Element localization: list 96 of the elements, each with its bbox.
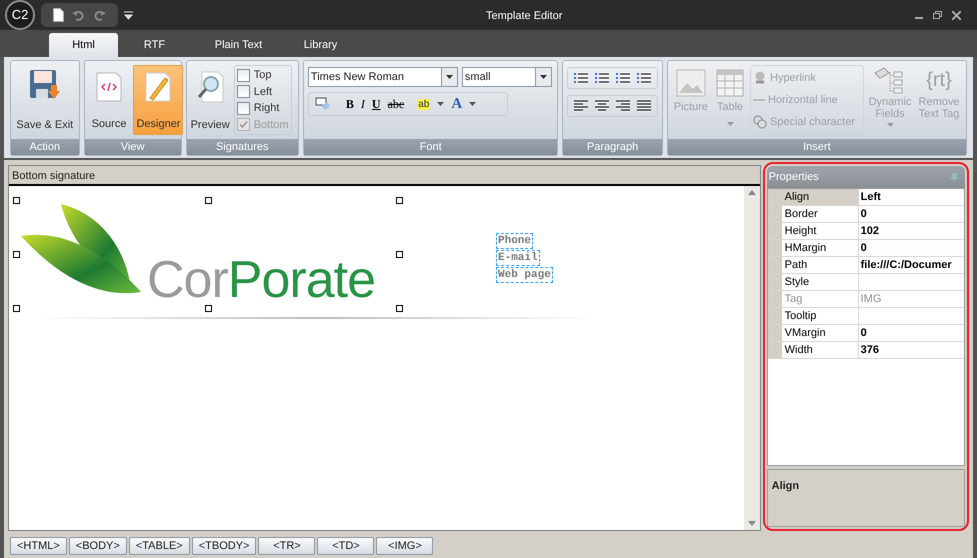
font-size-dropdown[interactable]: small: [462, 67, 552, 87]
picture-icon: [676, 69, 706, 97]
element-tag-button[interactable]: <HTML>: [10, 537, 67, 555]
property-value[interactable]: 0: [858, 240, 964, 256]
customize-icon[interactable]: [124, 10, 133, 20]
property-name[interactable]: HMargin: [782, 240, 859, 256]
underline-button[interactable]: U: [372, 95, 381, 113]
properties-title: Properties: [768, 170, 819, 185]
checkbox[interactable]: [236, 102, 250, 115]
caret-icon[interactable]: [469, 102, 476, 106]
new-document-icon[interactable]: [53, 8, 64, 22]
property-name[interactable]: VMargin: [782, 325, 859, 341]
property-value[interactable]: 102: [858, 223, 964, 239]
property-name[interactable]: Style: [782, 274, 859, 290]
property-name[interactable]: Path: [782, 257, 859, 273]
table-icon: [716, 69, 744, 97]
resize-handle[interactable]: [13, 305, 20, 312]
vertical-scrollbar[interactable]: [744, 186, 760, 530]
ribbon-tab[interactable]: Library: [286, 33, 355, 57]
align-right-icon[interactable]: [616, 100, 630, 112]
property-value[interactable]: 0: [858, 206, 964, 222]
strikethrough-button[interactable]: abc: [388, 95, 404, 113]
align-center-icon[interactable]: [595, 100, 609, 112]
checkbox-label: Right: [254, 101, 280, 116]
restore-icon[interactable]: [933, 11, 942, 19]
logo-text: Cor: [147, 258, 228, 302]
element-tag-button[interactable]: <TABLE>: [128, 537, 190, 555]
app-logo[interactable]: C2: [5, 0, 35, 30]
align-left-icon[interactable]: [574, 100, 588, 112]
property-value[interactable]: 376: [858, 342, 964, 358]
pencil-document-icon: [145, 72, 172, 102]
designer-button[interactable]: Designer: [133, 65, 184, 135]
group-label: Signatures: [186, 139, 298, 155]
element-tag-button[interactable]: <BODY>: [68, 537, 127, 555]
copyright-icon: [753, 115, 767, 129]
checkbox-label: Top: [254, 68, 272, 83]
resize-handle[interactable]: [396, 197, 403, 204]
justify-icon[interactable]: [637, 100, 652, 112]
caret-icon: [886, 123, 894, 127]
save-icon: [28, 69, 61, 101]
highlight-button[interactable]: ab: [417, 98, 430, 110]
line-icon: [753, 99, 765, 101]
caret-icon: [540, 75, 547, 79]
description-title: Align: [772, 480, 800, 492]
property-value[interactable]: file:///C:/Documer: [858, 257, 964, 273]
property-name[interactable]: Align: [782, 189, 859, 205]
checkbox-label: Left: [254, 84, 272, 100]
close-icon[interactable]: [952, 10, 961, 20]
logo-text: Porate: [228, 258, 376, 302]
resize-handle[interactable]: [204, 305, 212, 312]
caret-icon: [446, 75, 453, 79]
group-label: Font: [304, 139, 558, 155]
group-label: View: [84, 139, 181, 155]
property-value[interactable]: Left: [858, 189, 964, 205]
property-name[interactable]: Width: [782, 342, 859, 358]
preview-button[interactable]: Preview: [190, 65, 230, 135]
bullet-list-icon[interactable]: [574, 72, 588, 84]
element-tag-button[interactable]: <TD>: [317, 537, 374, 555]
italic-button[interactable]: I: [360, 95, 365, 113]
ribbon-tab[interactable]: Plain Text: [191, 33, 286, 57]
property-name[interactable]: Tooltip: [782, 308, 859, 324]
resize-handle[interactable]: [204, 197, 212, 204]
clear-format-icon[interactable]: [314, 97, 331, 111]
checkbox[interactable]: [236, 68, 250, 82]
caret-icon: [726, 122, 734, 126]
group-label: Insert: [668, 139, 966, 155]
property-name[interactable]: Height: [782, 223, 859, 239]
redo-icon[interactable]: [93, 8, 106, 22]
checkbox-label: Bottom: [254, 118, 289, 132]
caret-icon[interactable]: [437, 102, 444, 106]
checkbox[interactable]: [236, 85, 250, 98]
group-label: Action: [11, 139, 79, 155]
bold-button[interactable]: B: [346, 95, 354, 113]
source-button[interactable]: Source: [88, 65, 130, 135]
resize-handle[interactable]: [13, 251, 20, 258]
element-tag-button[interactable]: <TBODY>: [192, 537, 256, 555]
property-name[interactable]: Border: [782, 206, 859, 222]
font-color-button[interactable]: A: [451, 92, 462, 116]
font-name-dropdown[interactable]: Times New Roman: [308, 67, 458, 87]
resize-handle[interactable]: [396, 251, 403, 258]
code-document-icon: [96, 72, 122, 102]
ribbon-tab[interactable]: Html: [49, 33, 118, 57]
undo-icon[interactable]: [72, 8, 85, 22]
ribbon-tab[interactable]: RTF: [120, 33, 189, 57]
resize-handle[interactable]: [396, 305, 403, 312]
resize-handle[interactable]: [13, 197, 20, 204]
dynamic-field[interactable]: Phone: [496, 233, 534, 249]
element-tag-button[interactable]: <TR>: [258, 537, 316, 555]
element-tag-button[interactable]: <IMG>: [376, 537, 434, 555]
property-value[interactable]: 0: [858, 325, 964, 341]
magnifier-document-icon: [196, 71, 224, 103]
dynamic-field[interactable]: E-mail: [496, 250, 540, 266]
dynamic-field[interactable]: Web page: [496, 267, 553, 283]
group-label: Paragraph: [563, 139, 662, 155]
save-exit-button[interactable]: Save & Exit: [15, 65, 75, 135]
window-title: Template Editor: [486, 9, 562, 24]
